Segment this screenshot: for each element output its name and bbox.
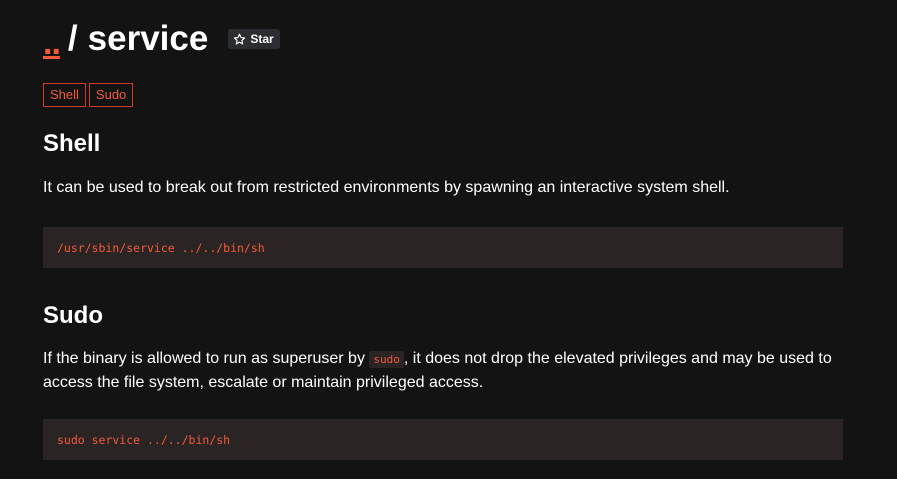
section-heading-shell: Shell <box>43 130 101 157</box>
code-block-sudo[interactable]: sudo service ../../bin/sh <box>43 419 843 460</box>
code-block-shell[interactable]: /usr/sbin/service ../../bin/sh <box>43 227 843 268</box>
home-logo-link[interactable]: .. <box>43 24 61 63</box>
sudo-desc-before: If the binary is allowed to run as super… <box>43 350 370 367</box>
section-description-shell: It can be used to break out from restric… <box>43 179 730 196</box>
header: .. / service Star <box>43 18 280 63</box>
star-outline-icon <box>234 33 246 45</box>
page: .. / service Star Shell Sudo Shell It ca… <box>0 0 897 479</box>
star-button[interactable]: Star <box>228 29 280 49</box>
star-label: Star <box>250 32 274 46</box>
tag-shell[interactable]: Shell <box>43 83 86 107</box>
section-heading-sudo: Sudo <box>43 302 103 329</box>
tag-sudo[interactable]: Sudo <box>88 83 134 107</box>
code-text-shell: /usr/sbin/service ../../bin/sh <box>57 240 265 255</box>
section-description-sudo: If the binary is allowed to run as super… <box>43 347 853 394</box>
inline-code-sudo: sudo <box>369 351 404 368</box>
code-text-sudo: sudo service ../../bin/sh <box>57 432 231 447</box>
breadcrumb-separator: / <box>67 19 78 58</box>
function-tags: Shell Sudo <box>43 83 134 107</box>
page-title: service <box>87 19 209 58</box>
